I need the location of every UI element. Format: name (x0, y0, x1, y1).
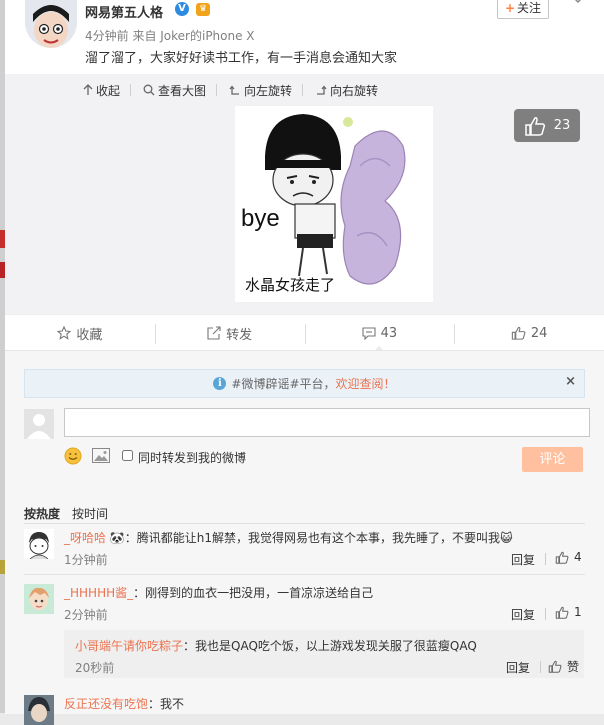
plus-icon: + (504, 1, 516, 15)
thumbs-up-icon (555, 551, 569, 564)
collapse-button[interactable]: 收起 (83, 82, 120, 98)
comment-text: ：腾讯都能让h1解禁，我觉得网易也有这个本事，我先睡了，不要叫我 (124, 531, 501, 545)
reply-button[interactable]: 回复 (506, 659, 530, 676)
comment-text: ：刚得到的血衣一把没用，一首凉凉送给自己 (133, 586, 374, 600)
submit-comment-button[interactable]: 评论 (522, 447, 583, 472)
member-crown-icon: ♛ (196, 3, 210, 16)
media-viewer: 收起 查看大图 向左旋转 向右旋转 bye 水晶女孩走了 23 (5, 74, 604, 314)
image-like-button[interactable]: 23 (514, 109, 580, 142)
arrow-up-icon (83, 84, 93, 95)
rotate-right-icon (317, 85, 327, 95)
commenter-avatar[interactable] (24, 529, 54, 559)
image-like-count: 23 (553, 118, 571, 133)
image-icon[interactable] (92, 448, 110, 463)
comment-time: 1分钟前 (64, 553, 108, 567)
star-icon (57, 326, 72, 340)
follow-label: 关注 (517, 1, 542, 15)
comment-like-button[interactable]: 1 (555, 605, 582, 619)
comment-input[interactable] (64, 408, 590, 437)
reply-button[interactable]: 回复 (511, 606, 535, 623)
like-button[interactable]: 24 (454, 315, 604, 351)
magnifier-icon (143, 84, 155, 96)
comment-icon (362, 327, 376, 340)
commenter-name[interactable]: _呀哈哈 (64, 531, 106, 545)
commenter-name[interactable]: 反正还没有吃饱 (64, 697, 148, 711)
commenter-avatar[interactable] (24, 584, 54, 614)
author-name[interactable]: 网易第五人格 (85, 2, 163, 21)
panda-emoji-icon: 🐼 (109, 531, 125, 545)
divider (24, 574, 585, 575)
rotate-right-button[interactable]: 向右旋转 (315, 82, 378, 98)
comment-button[interactable]: 43 (304, 315, 455, 352)
favorite-button[interactable]: 收藏 (5, 315, 155, 351)
weibo-post-card: 网易第五人格 V ♛ + 关注 4分钟前 来自 Joker的iPhone X 溜了… (5, 0, 604, 725)
reply-author-name[interactable]: 小哥端午请你吃粽子 (75, 639, 183, 653)
reply-time: 20秒前 (75, 661, 115, 675)
tab-hot[interactable]: 按热度 (24, 505, 60, 522)
comment-text: ：我不 (148, 697, 185, 711)
tab-time[interactable]: 按时间 (72, 505, 108, 522)
media-toolbar: 收起 查看大图 向左旋转 向右旋转 (83, 82, 392, 98)
post-action-bar: 收藏 转发 43 24 (5, 314, 604, 352)
notice-link[interactable]: 欢迎查阅！ (336, 375, 396, 392)
comment-time: 2分钟前 (64, 608, 108, 622)
sort-tabs: 按热度 按时间 (24, 505, 120, 522)
notice-text: #微博辟谣#平台， (231, 377, 336, 391)
nested-reply: 小哥端午请你吃粽子：我也是QAQ吃个饭，以上游戏发现关服了很蓝瘦QAQ 20秒前… (64, 630, 584, 678)
meme-bye-text: bye (241, 205, 280, 232)
view-large-button[interactable]: 查看大图 (143, 82, 206, 98)
repost-button[interactable]: 转发 (154, 315, 305, 351)
commenter-name[interactable]: _HHHHH酱_ (64, 586, 133, 600)
thumbs-up-icon (548, 660, 562, 673)
reply-button[interactable]: 回复 (511, 551, 535, 568)
share-icon (207, 326, 221, 340)
thumbs-up-icon (524, 116, 545, 136)
cat-emoji-icon: 😺 (500, 531, 513, 545)
thumbs-up-icon (511, 326, 526, 340)
chevron-down-icon[interactable] (572, 0, 584, 6)
thumbs-up-icon (555, 606, 569, 619)
post-text: 溜了溜了，大家好好读书工作，有一手消息会通知大家 (85, 51, 398, 66)
rumor-notice: i #微博辟谣#平台， 欢迎查阅！ × (24, 369, 585, 398)
meme-caption: 水晶女孩走了 (245, 276, 335, 294)
rotate-left-button[interactable]: 向左旋转 (229, 82, 292, 98)
reply-like-button[interactable]: 赞 (548, 658, 579, 675)
my-avatar (24, 409, 54, 439)
verified-icon: V (175, 2, 189, 16)
rotate-left-icon (229, 85, 240, 95)
author-avatar[interactable] (25, 0, 77, 48)
comment-like-button[interactable]: 4 (555, 550, 582, 564)
commenter-avatar[interactable] (24, 695, 54, 725)
meme-image[interactable]: bye 水晶女孩走了 (235, 106, 433, 302)
reply-text: ：我也是QAQ吃个饭，以上游戏发现关服了很蓝瘦QAQ (183, 639, 477, 653)
repost-label: 同时转发到我的微博 (138, 451, 247, 465)
close-icon[interactable]: × (565, 374, 576, 389)
post-meta: 4分钟前 来自 Joker的iPhone X (85, 29, 255, 43)
divider (24, 523, 585, 524)
repost-checkbox[interactable] (122, 450, 133, 461)
info-icon: i (213, 377, 227, 390)
emoji-icon[interactable] (64, 447, 82, 465)
follow-button[interactable]: + 关注 (497, 0, 549, 19)
